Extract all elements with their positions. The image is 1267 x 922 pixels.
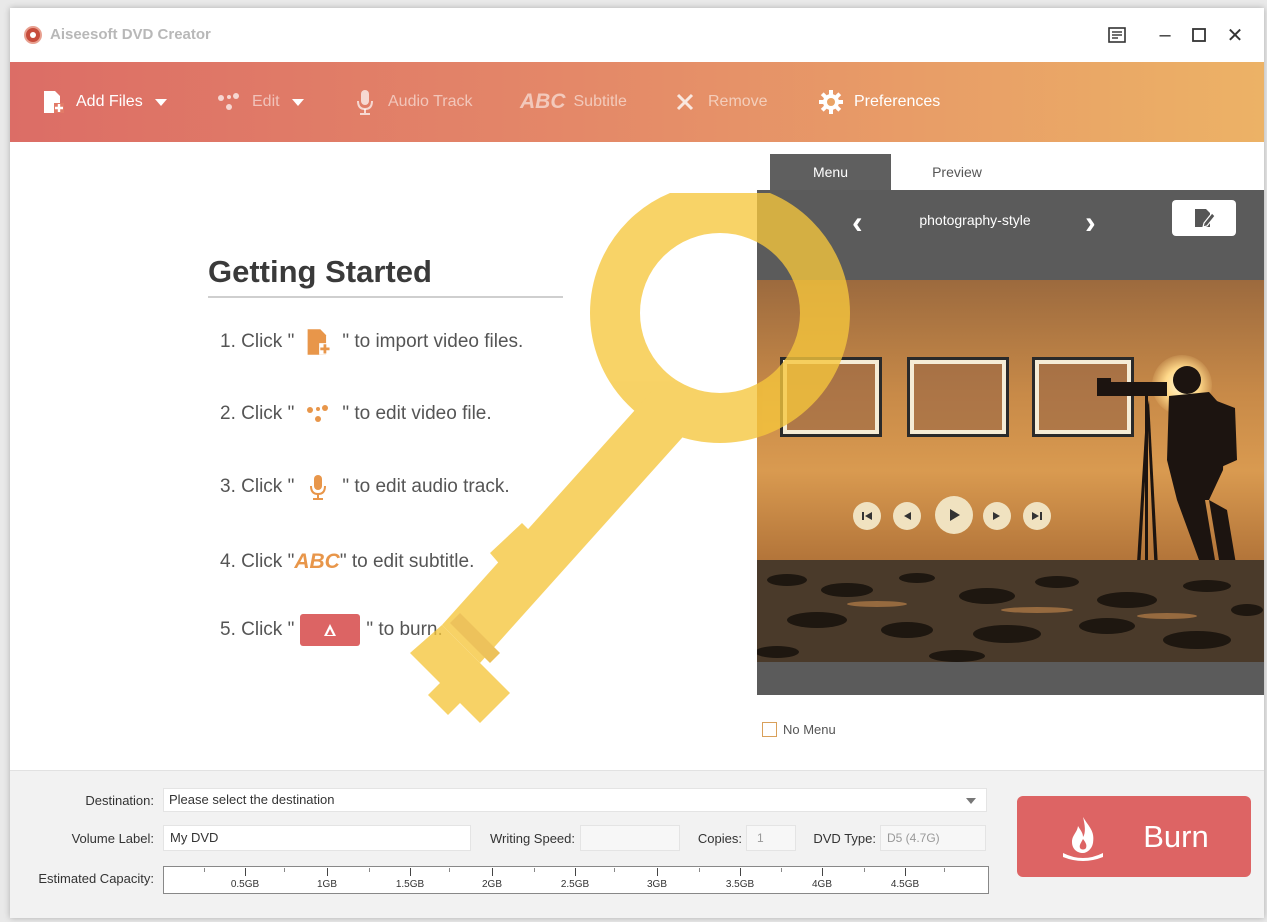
copies-stepper[interactable]: 1 [746, 825, 796, 851]
toolbar: Add Files Edit Audio Track ABC Subtitle … [10, 62, 1264, 142]
play-icon[interactable] [935, 496, 973, 534]
step-suffix: " to burn. [366, 619, 443, 640]
tab-menu[interactable]: Menu [770, 154, 891, 190]
estimated-capacity-label: Estimated Capacity: [38, 871, 154, 886]
step-suffix: " to import video files. [342, 331, 524, 352]
minimize-button[interactable]: – [1150, 20, 1180, 50]
remove-button[interactable]: Remove [672, 62, 768, 142]
capacity-tick-label: 4.5GB [890, 879, 920, 890]
add-files-label: Add Files [76, 93, 143, 110]
volume-label-label: Volume Label: [71, 831, 154, 846]
capacity-tick-label: 2.5GB [560, 879, 590, 890]
capacity-tick-label: 1.5GB [395, 879, 425, 890]
capacity-tick-label: 3.5GB [725, 879, 755, 890]
abc-icon: ABC [520, 90, 566, 113]
subtitle-button[interactable]: ABC Subtitle [520, 62, 627, 142]
maximize-button[interactable] [1184, 20, 1214, 50]
writing-speed-label: Writing Speed: [489, 831, 575, 846]
subtitle-label: Subtitle [573, 93, 627, 110]
edit-template-icon [1195, 209, 1216, 228]
burn-button[interactable]: Burn [1017, 796, 1251, 877]
step-1: 1. Click " " to import video files. [220, 322, 523, 362]
step-suffix: " to edit video file. [342, 403, 492, 424]
checkbox-icon[interactable] [762, 722, 777, 737]
step-suffix: " to edit audio track. [342, 476, 510, 497]
abc-icon: ABC [294, 550, 340, 573]
step-5: 5. Click " " to burn. [220, 610, 443, 650]
title-divider [208, 296, 563, 298]
capacity-bar: 0.5GB 1GB 1.5GB 2GB 2.5GB 3GB 3.5GB 4GB … [163, 866, 989, 894]
step-2: 2. Click " " to edit video file. [220, 394, 492, 434]
step-4: 4. Click " ABC " to edit subtitle. [220, 542, 474, 582]
no-menu-checkbox[interactable]: No Menu [762, 722, 836, 737]
microphone-icon [300, 469, 336, 505]
tab-preview[interactable]: Preview [891, 154, 1023, 190]
edit-stars-icon [300, 396, 336, 432]
preview-footer [757, 662, 1264, 695]
destination-select[interactable]: Please select the destination [163, 788, 987, 812]
capacity-tick-label: 3GB [646, 879, 668, 890]
burn-label: Burn [1143, 818, 1209, 854]
chevron-down-icon[interactable] [966, 798, 976, 804]
rocky-shore [757, 560, 1264, 662]
chapter-thumbnail[interactable] [780, 357, 882, 437]
skip-forward-icon[interactable] [1023, 502, 1051, 530]
chevron-down-icon[interactable] [291, 98, 304, 106]
step-prefix: 3. Click " [220, 476, 295, 497]
capacity-tick-label: 0.5GB [230, 879, 260, 890]
audio-track-label: Audio Track [388, 93, 473, 110]
remove-x-icon [672, 89, 698, 115]
audio-track-button[interactable]: Audio Track [352, 62, 472, 142]
getting-started-title: Getting Started [208, 254, 432, 289]
gear-icon [818, 89, 844, 115]
step-3: 3. Click " " to edit audio track. [220, 467, 510, 507]
preferences-button[interactable]: Preferences [818, 62, 940, 142]
step-suffix: " to edit subtitle. [339, 551, 475, 572]
chevron-right-icon[interactable]: › [1085, 204, 1096, 241]
app-logo-icon [24, 26, 42, 44]
rewind-icon[interactable] [893, 502, 921, 530]
destination-label: Destination: [85, 793, 154, 808]
step-prefix: 4. Click " [220, 551, 295, 572]
skip-back-icon[interactable] [853, 502, 881, 530]
add-files-button[interactable]: Add Files [40, 62, 167, 142]
edit-stars-icon [216, 89, 242, 115]
edit-button[interactable]: Edit [216, 62, 304, 142]
microphone-icon [352, 89, 378, 115]
capacity-tick-label: 2GB [481, 879, 503, 890]
no-menu-label: No Menu [783, 722, 836, 737]
chevron-down-icon[interactable] [154, 98, 167, 106]
menu-icon[interactable] [1102, 20, 1132, 50]
edit-template-button[interactable] [1172, 200, 1236, 236]
chevron-left-icon[interactable]: ‹ [852, 204, 863, 241]
title-bar: Aiseesoft DVD Creator – ✕ [10, 8, 1264, 62]
writing-speed-select[interactable] [580, 825, 680, 851]
output-settings-panel: Destination: Please select the destinati… [10, 770, 1264, 918]
app-title: Aiseesoft DVD Creator [50, 26, 211, 43]
menu-preview-image [757, 280, 1264, 662]
destination-value: Please select the destination [169, 792, 335, 807]
close-button[interactable]: ✕ [1220, 20, 1250, 50]
chapter-thumbnail[interactable] [907, 357, 1009, 437]
volume-label-input[interactable]: My DVD [163, 825, 471, 851]
step-prefix: 2. Click " [220, 403, 295, 424]
add-file-icon [40, 89, 66, 115]
step-prefix: 5. Click " [220, 619, 295, 640]
template-style-name: photography-style [919, 212, 1031, 228]
remove-label: Remove [708, 93, 768, 110]
capacity-tick-label: 4GB [811, 879, 833, 890]
preferences-label: Preferences [854, 93, 941, 110]
capacity-tick-label: 1GB [316, 879, 338, 890]
copies-label: Copies: [697, 831, 742, 846]
dvd-type-label: DVD Type: [813, 831, 876, 846]
flame-icon [1063, 816, 1104, 861]
step-prefix: 1. Click " [220, 331, 295, 352]
fast-forward-icon[interactable] [983, 502, 1011, 530]
edit-label: Edit [252, 93, 280, 110]
burn-mini-icon [300, 614, 361, 646]
menu-template-nav: ‹ photography-style › [757, 190, 1264, 280]
dvd-type-select[interactable]: D5 (4.7G) [880, 825, 986, 851]
add-file-icon [300, 324, 336, 360]
app-window: Aiseesoft DVD Creator – ✕ Add Files Edit [10, 8, 1264, 918]
